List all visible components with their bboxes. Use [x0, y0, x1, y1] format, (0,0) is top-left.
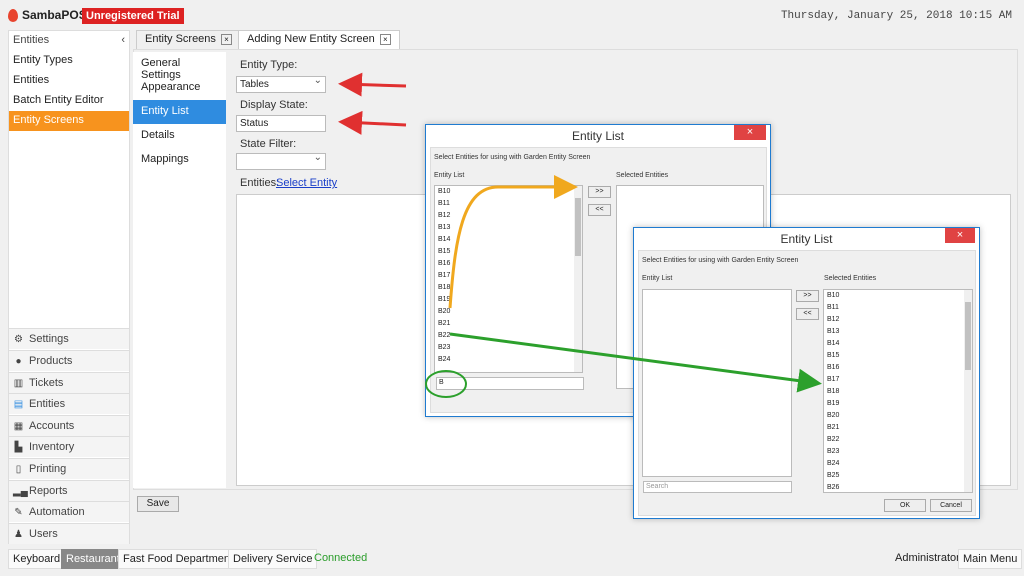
status-keyboard[interactable]: Keyboard	[8, 549, 66, 569]
status-delivery[interactable]: Delivery Service	[228, 549, 318, 569]
connection-status: Connected	[314, 552, 368, 564]
current-user: Administrator	[895, 552, 960, 564]
red-arrow-entity-type	[338, 72, 407, 97]
annotation-arrows	[338, 72, 822, 398]
green-arrow	[449, 332, 822, 393]
red-arrow-display-state	[338, 110, 407, 135]
status-restaurant[interactable]: Restaurant	[61, 549, 125, 569]
status-fast-food[interactable]: Fast Food Department	[118, 549, 239, 569]
main-menu-button[interactable]: Main Menu	[958, 549, 1023, 569]
orange-arrow	[448, 175, 578, 309]
green-highlight-circle	[425, 370, 467, 398]
